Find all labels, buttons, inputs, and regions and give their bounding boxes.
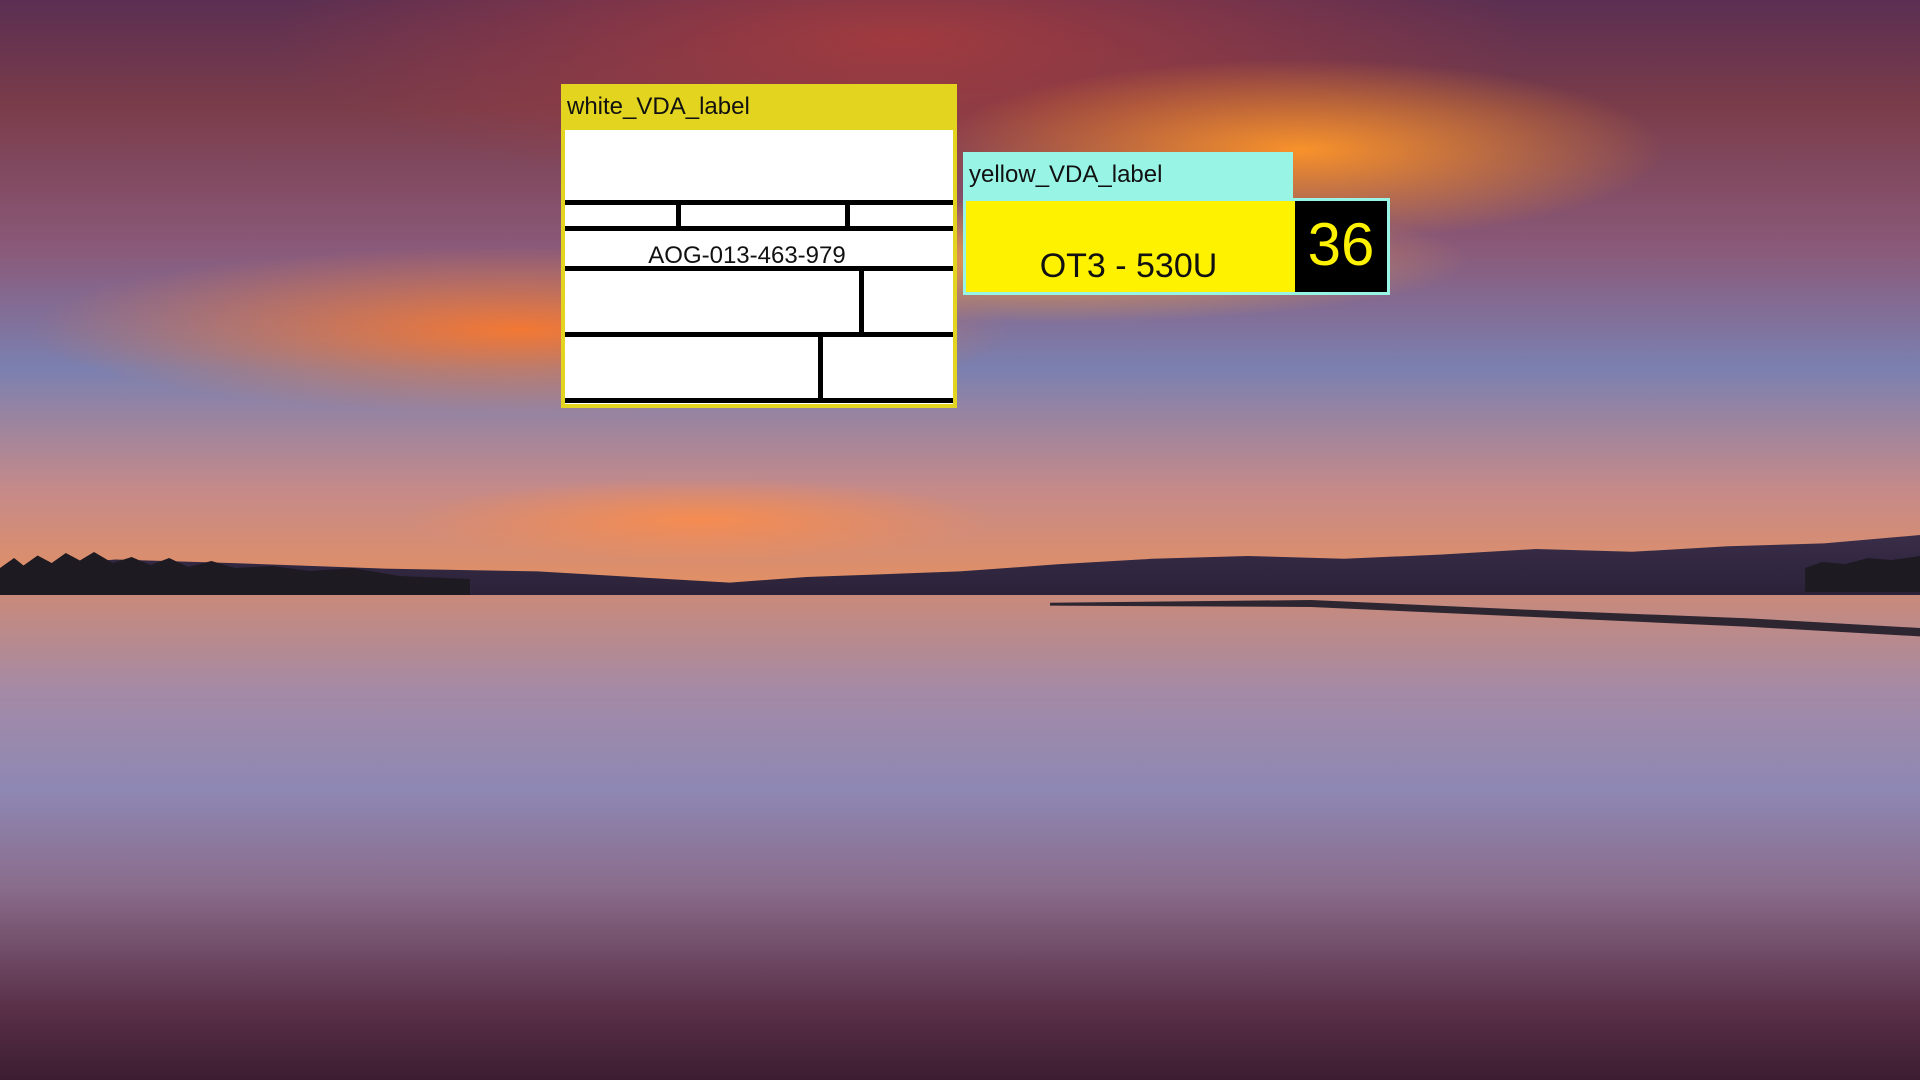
card-divider <box>859 266 864 332</box>
card-divider <box>818 332 823 398</box>
yellow-vda-card: OT3 - 530U 36 <box>963 198 1390 295</box>
yellow-vda-label[interactable]: yellow_VDA_label OT3 - 530U 36 <box>963 152 1390 295</box>
white-vda-label[interactable]: white_VDA_label AOG-013-463-979 <box>561 84 957 408</box>
yellow-vda-code: OT3 - 530U <box>1039 247 1218 285</box>
lake-reflection <box>0 595 1920 1080</box>
yellow-vda-label-title: yellow_VDA_label <box>963 152 1293 198</box>
card-divider <box>565 398 953 403</box>
card-divider <box>565 266 953 271</box>
sunset-sky <box>0 0 1920 595</box>
white-vda-card: AOG-013-463-979 <box>565 130 953 404</box>
desktop-wallpaper <box>0 0 1920 1080</box>
card-divider <box>565 226 953 231</box>
card-divider <box>565 200 953 205</box>
white-vda-label-title: white_VDA_label <box>561 84 957 130</box>
yellow-vda-number: 36 <box>1295 201 1387 292</box>
card-divider <box>565 332 953 337</box>
